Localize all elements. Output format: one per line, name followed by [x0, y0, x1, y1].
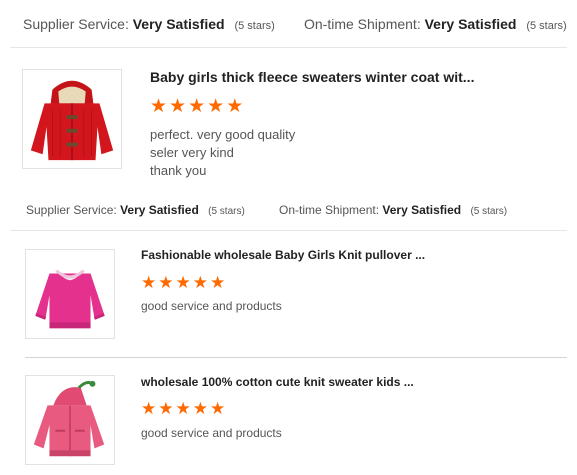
star-icon: ★ [158, 399, 174, 418]
star-icon: ★ [210, 399, 226, 418]
product-thumbnail[interactable] [25, 375, 115, 465]
star-icon: ★ [141, 273, 157, 292]
star-icon: ★ [188, 96, 206, 117]
pink-pullover-image [26, 250, 114, 338]
ontime-shipment-rating: On-time Shipment: Very Satisfied (5 star… [279, 203, 508, 217]
divider [10, 47, 567, 48]
star-icon: ★ [192, 273, 208, 292]
star-icon: ★ [175, 399, 191, 418]
star-icon: ★ [175, 273, 191, 292]
product-thumbnail[interactable] [22, 69, 122, 169]
review-comment: good service and products [141, 426, 282, 440]
product-title-link[interactable]: Fashionable wholesale Baby Girls Knit pu… [141, 248, 425, 262]
supplier-service-rating: Supplier Service: Very Satisfied (5 star… [26, 203, 245, 217]
star-icon: ★ [169, 96, 187, 117]
star-icon: ★ [210, 273, 226, 292]
supplier-service-rating: Supplier Service: Very Satisfied (5 star… [23, 16, 275, 32]
review-comment: perfect. very good quality seler very ki… [150, 127, 296, 178]
product-thumbnail[interactable] [25, 249, 115, 339]
review-stars: ★ ★ ★ ★ ★ [141, 274, 225, 291]
product-title-link[interactable]: wholesale 100% cotton cute knit sweater … [141, 375, 414, 389]
divider [10, 230, 567, 231]
star-icon: ★ [150, 96, 168, 117]
review-stars: ★ ★ ★ ★ ★ [150, 97, 243, 116]
star-icon: ★ [141, 399, 157, 418]
ontime-shipment-rating: On-time Shipment: Very Satisfied (5 star… [304, 16, 567, 32]
divider [25, 357, 567, 358]
star-icon: ★ [158, 273, 174, 292]
star-icon: ★ [192, 399, 208, 418]
product-title-link[interactable]: Baby girls thick fleece sweaters winter … [150, 69, 474, 85]
star-icon: ★ [207, 96, 225, 117]
pink-hooded-sweater-image [26, 376, 114, 464]
review-stars: ★ ★ ★ ★ ★ [141, 400, 225, 417]
red-hooded-sweater-image [23, 70, 121, 168]
star-icon: ★ [226, 96, 244, 117]
review-comment: good service and products [141, 299, 282, 313]
